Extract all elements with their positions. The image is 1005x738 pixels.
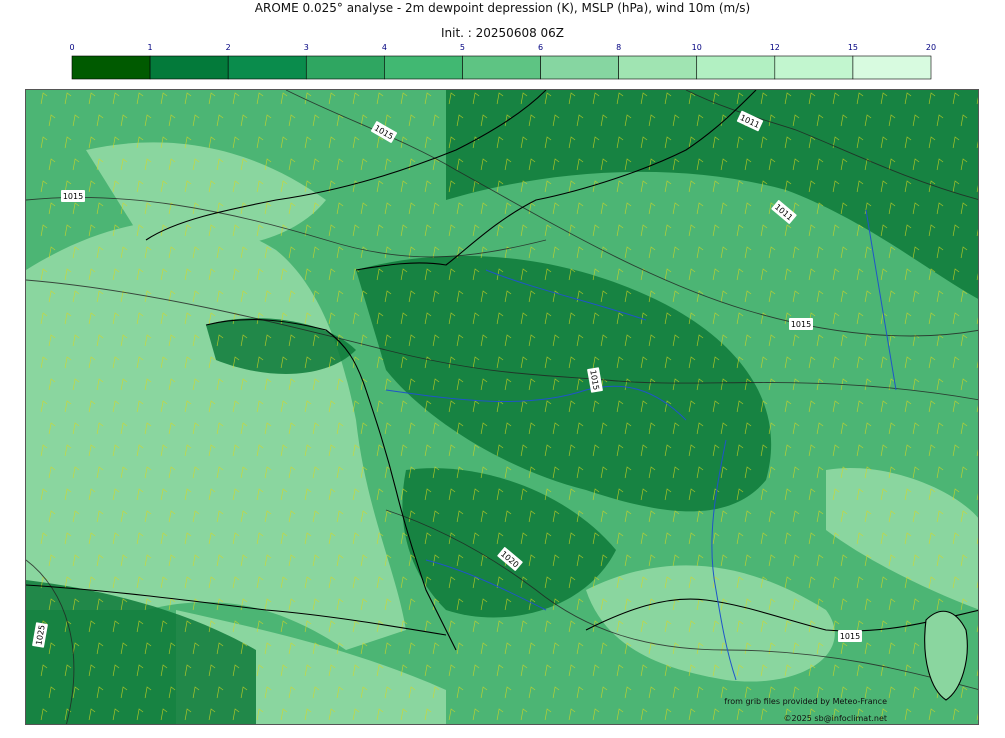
isobar-label-text: 1015 [63,192,83,201]
colorbar-segment [540,55,619,80]
colorbar-segment [305,55,385,80]
colorbar-segment [384,55,463,80]
init-time: Init. : 20250608 06Z [440,26,565,40]
moisture-field [26,90,978,724]
isobar-label: 1015 [789,318,813,330]
colorbar-tick-label: 10 [692,43,702,52]
copyright-credit: ©2025 sb@infoclimat.net [783,714,888,723]
colorbar-tick-label: 20 [926,43,936,52]
colorbar-tick-label: 6 [538,43,543,52]
chart-title: AROME 0.025° analyse - 2m dewpoint depre… [254,1,751,15]
colorbar-tick-label: 1 [148,43,153,52]
colorbar-segment [149,55,229,80]
colorbar-tick-label: 3 [304,43,309,52]
isobar-label-text: 1015 [791,320,811,329]
colorbar-segment [774,55,854,80]
colorbar-segment [227,55,307,80]
colorbar: 0 1 2 3 4 5 6 8 10 12 15 20 [69,43,936,80]
isobar-label: 1015 [838,630,862,642]
colorbar-tick-label: 4 [382,43,387,52]
colorbar-tick-label: 0 [69,43,74,52]
colorbar-segment [696,55,776,80]
colorbar-tick-label: 8 [616,43,621,52]
isobar-label: 1015 [61,190,85,202]
colorbar-tick-label: 12 [770,43,780,52]
colorbar-tick-label: 2 [226,43,231,52]
colorbar-segment [618,55,698,80]
colorbar-segment [71,55,151,80]
colorbar-segment [852,55,932,80]
data-source-credit: from grib files provided by Meteo-France [724,697,887,706]
isobar-label-text: 1015 [840,632,860,641]
colorbar-segment [462,55,541,80]
map-canvas: 1015 1015 1011 1011 1015 1015 1020 1025 … [26,90,978,724]
colorbar-tick-label: 5 [460,43,465,52]
colorbar-tick-label: 15 [848,43,858,52]
weather-map: 1015 1015 1011 1011 1015 1015 1020 1025 … [25,89,979,725]
